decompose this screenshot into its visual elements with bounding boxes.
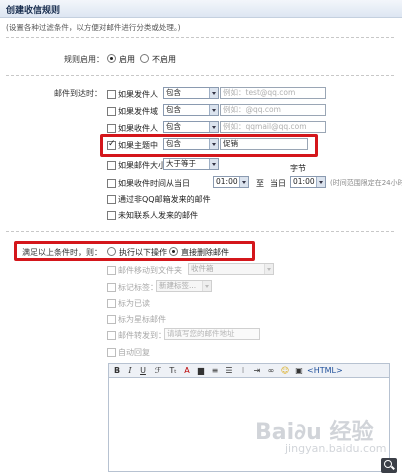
divider xyxy=(6,75,394,76)
chevron-down-icon xyxy=(209,105,218,115)
underline-button[interactable]: U xyxy=(138,365,148,376)
subject-checkbox[interactable] xyxy=(107,139,116,150)
sender-domain-input[interactable]: 例如：@qq.com xyxy=(220,104,326,116)
execute-label: 执行以下操作 xyxy=(119,248,167,257)
move-folder-select[interactable]: 收件箱 xyxy=(188,263,274,275)
rule-enabled-off-label: 不启用 xyxy=(152,55,176,64)
size-unit-label: 字节 xyxy=(290,164,306,173)
divider xyxy=(6,231,394,232)
chevron-down-icon xyxy=(209,122,218,132)
time-from-select[interactable]: 01:00 xyxy=(213,176,249,188)
delete-label: 直接删除邮件 xyxy=(181,248,229,257)
mark-read-label: 标为已读 xyxy=(118,299,150,308)
sender-input[interactable]: 例如：test@qq.com xyxy=(220,87,326,99)
unordered-list-icon[interactable]: ⁝ xyxy=(237,365,249,376)
rule-enabled-label: 规则启用： xyxy=(64,55,104,64)
subject-input[interactable]: 促销 xyxy=(220,138,308,150)
chevron-down-icon xyxy=(264,264,273,274)
size-op-select[interactable]: 大于等于 xyxy=(163,158,219,170)
forward-checkbox[interactable] xyxy=(107,331,116,340)
size-checkbox[interactable] xyxy=(107,161,116,170)
non-qq-checkbox[interactable] xyxy=(107,195,116,204)
font-icon[interactable]: ℱ xyxy=(152,365,164,376)
magnifier-icon[interactable] xyxy=(381,458,397,473)
page-hint: (设置各种过滤条件，以方便对邮件进行分类或处理。) xyxy=(6,23,181,32)
html-mode-button[interactable]: <HTML> xyxy=(307,365,343,376)
time-label: 如果收件时间从当日 xyxy=(118,179,190,188)
sender-domain-op-select[interactable]: 包含 xyxy=(163,104,219,116)
italic-button[interactable]: I xyxy=(125,365,135,376)
recipient-checkbox[interactable] xyxy=(107,124,116,133)
time-day-label: 当日 xyxy=(270,179,286,188)
editor-toolbar: B I U ℱ Tₜ A ▆ ≡ ☰ ⁝ ⇥ ∞ ☺ ▣ <HTML> xyxy=(108,363,390,377)
chevron-down-icon xyxy=(239,177,248,187)
subject-label: 如果主题中 xyxy=(118,141,158,150)
chevron-down-icon xyxy=(316,177,325,187)
time-note: (时间范围限定在24小时内) xyxy=(330,179,402,187)
move-label: 邮件移动到文件夹 xyxy=(118,266,182,275)
sender-label: 如果发件人 xyxy=(118,90,158,99)
mark-star-label: 标为星标邮件 xyxy=(118,315,166,324)
time-checkbox[interactable] xyxy=(107,179,116,188)
sender-checkbox[interactable] xyxy=(107,90,116,99)
chevron-down-icon xyxy=(202,281,211,291)
chevron-down-icon xyxy=(209,139,218,149)
page-header: 创建收信规则 xyxy=(0,0,402,18)
time-to-label: 至 xyxy=(256,179,264,188)
sender-domain-checkbox[interactable] xyxy=(107,107,116,116)
auto-reply-label: 自动回复 xyxy=(118,348,150,357)
forward-input[interactable]: 请填写您的邮件地址 xyxy=(164,328,260,340)
reply-editor[interactable] xyxy=(108,377,390,472)
link-icon[interactable]: ∞ xyxy=(265,365,277,376)
font-color-icon[interactable]: A xyxy=(181,365,193,376)
tag-label: 标记标签： xyxy=(118,283,158,292)
non-qq-label: 通过非QQ邮箱发来的邮件 xyxy=(118,195,211,204)
tag-select[interactable]: 新建标签... xyxy=(156,280,212,292)
font-size-icon[interactable]: Tₜ xyxy=(167,365,179,376)
chevron-down-icon xyxy=(209,159,218,169)
chevron-down-icon xyxy=(209,88,218,98)
rule-enabled-on-radio[interactable] xyxy=(107,54,116,63)
rule-enabled-on-label: 启用 xyxy=(119,55,135,64)
tag-checkbox[interactable] xyxy=(107,283,116,292)
actions-label: 满足以上条件时，则： xyxy=(22,248,102,257)
forward-label: 邮件转发到： xyxy=(118,331,166,340)
unknown-contact-label: 未知联系人发来的邮件 xyxy=(118,211,198,220)
execute-radio[interactable] xyxy=(107,247,116,256)
align-icon[interactable]: ≡ xyxy=(209,365,221,376)
highlight-color-icon[interactable]: ▆ xyxy=(195,365,207,376)
indent-icon[interactable]: ⇥ xyxy=(251,365,263,376)
bold-button[interactable]: B xyxy=(112,365,122,376)
move-checkbox[interactable] xyxy=(107,266,116,275)
ordered-list-icon[interactable]: ☰ xyxy=(223,365,235,376)
unknown-contact-checkbox[interactable] xyxy=(107,211,116,220)
divider xyxy=(6,37,394,38)
emoticon-icon[interactable]: ☺ xyxy=(279,365,291,376)
subject-op-select[interactable]: 包含 xyxy=(163,138,219,150)
mark-read-checkbox[interactable] xyxy=(107,299,116,308)
sender-op-select[interactable]: 包含 xyxy=(163,87,219,99)
size-label: 如果邮件大小 xyxy=(118,161,166,170)
recipient-label: 如果收件人 xyxy=(118,124,158,133)
rule-enabled-off-radio[interactable] xyxy=(140,54,149,63)
auto-reply-checkbox[interactable] xyxy=(107,348,116,357)
recipient-input[interactable]: 例如：qqmail@qq.com xyxy=(220,121,326,133)
image-icon[interactable]: ▣ xyxy=(293,365,305,376)
time-to-select[interactable]: 01:00 xyxy=(290,176,326,188)
mark-star-checkbox[interactable] xyxy=(107,315,116,324)
delete-radio[interactable] xyxy=(169,247,178,256)
page-title: 创建收信规则 xyxy=(6,6,61,16)
sender-domain-label: 如果发件域 xyxy=(118,107,158,116)
recipient-op-select[interactable]: 包含 xyxy=(163,121,219,133)
conditions-label: 邮件到达时： xyxy=(54,89,102,98)
